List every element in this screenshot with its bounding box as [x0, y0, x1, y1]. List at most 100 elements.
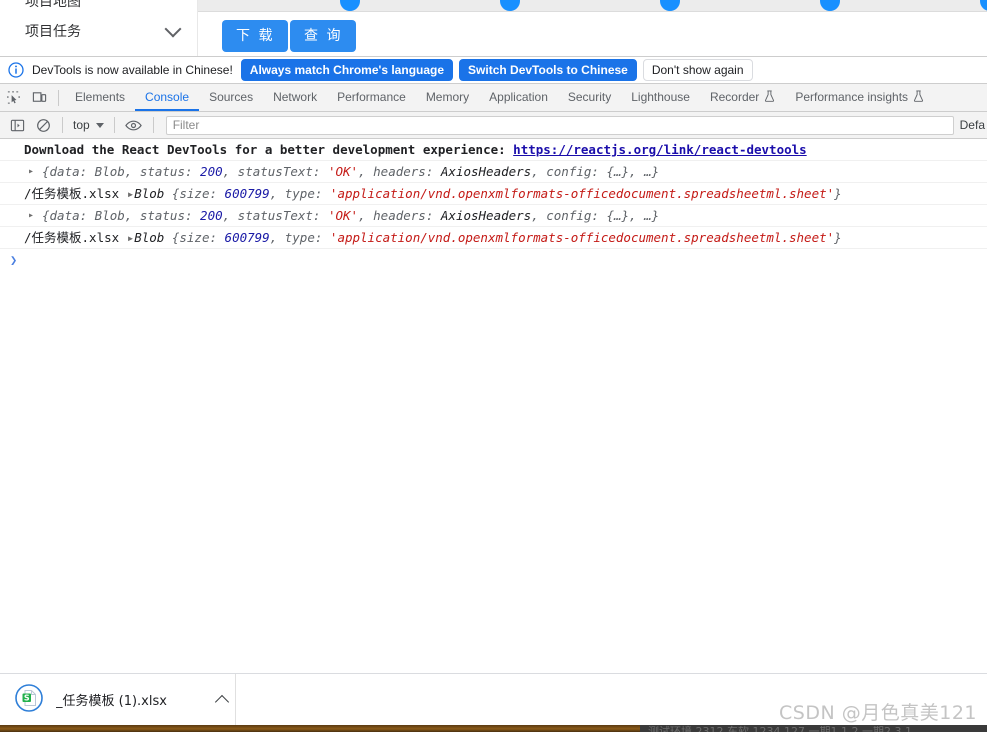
console-filter-input[interactable]: [165, 115, 954, 135]
tab-recorder[interactable]: Recorder: [700, 84, 785, 111]
console-message-blob-2: /任务模板.xlsx ▸Blob {size: 600799, type: 'a…: [0, 227, 987, 249]
sidebar-item-label: 项目任务: [25, 24, 81, 40]
tab-console[interactable]: Console: [135, 84, 200, 111]
bottom-strip-text: 测试环境 2312 东软 1234 127 一期1.1.2 一期2.3.1: [648, 725, 912, 732]
execution-context-label: top: [73, 118, 90, 132]
infobar-message: DevTools is now available in Chinese!: [32, 63, 233, 77]
console-toolbar: top Defa: [0, 112, 987, 139]
tab-network[interactable]: Network: [263, 84, 327, 111]
console-message-react-devtools: Download the React DevTools for a better…: [0, 139, 987, 161]
info-circle-icon: [8, 62, 24, 78]
object-preview-part: 600799: [224, 186, 270, 201]
object-preview-part: 'OK': [327, 208, 359, 223]
blob-filename: /任务模板.xlsx: [24, 230, 120, 245]
tab-memory[interactable]: Memory: [416, 84, 479, 111]
download-button[interactable]: 下 载: [222, 20, 289, 52]
console-prompt[interactable]: ❯: [0, 249, 987, 270]
sidebar-item-project-task[interactable]: 项目任务: [25, 20, 185, 41]
tab-security[interactable]: Security: [558, 84, 621, 111]
object-preview-part: {data: Blob, status:: [42, 208, 201, 223]
bottom-strip-accent: [0, 725, 640, 732]
live-expression-eye-icon[interactable]: [121, 112, 147, 138]
console-sidebar-icon[interactable]: [4, 112, 30, 138]
step-dot: [340, 0, 360, 11]
tab-elements[interactable]: Elements: [65, 84, 135, 111]
toolbar-divider: [62, 117, 63, 133]
object-preview-part: Blob: [134, 186, 172, 201]
react-devtools-link[interactable]: https://reactjs.org/link/react-devtools: [513, 142, 807, 157]
object-preview-part: 'application/vnd.openxmlformats-officedo…: [329, 186, 835, 201]
svg-text:S: S: [24, 693, 30, 702]
flask-icon: [913, 90, 924, 102]
object-preview-part: }: [834, 186, 842, 201]
object-preview-part: 'application/vnd.openxmlformats-officedo…: [329, 230, 835, 245]
execution-context-selector[interactable]: top: [69, 118, 108, 132]
device-toolbar-icon[interactable]: [26, 85, 52, 111]
app-sidebar: 项目地图 项目任务: [0, 0, 198, 56]
object-preview-part: }: [834, 230, 842, 245]
web-page-content: 项目地图 项目任务 下 载 查 询: [0, 0, 987, 56]
clear-console-icon[interactable]: [30, 112, 56, 138]
sidebar-item-project-map[interactable]: 项目地图: [25, 0, 185, 11]
object-preview-part: , headers:: [358, 208, 441, 223]
switch-devtools-to-chinese-button[interactable]: Switch DevTools to Chinese: [459, 59, 637, 81]
log-levels-selector[interactable]: Defa: [960, 118, 987, 132]
dont-show-again-button[interactable]: Don't show again: [642, 59, 753, 81]
chevron-up-icon: [214, 694, 230, 709]
tab-application[interactable]: Application: [479, 84, 558, 111]
object-preview-part: , config: {…}, …}: [531, 208, 660, 223]
tab-lighthouse[interactable]: Lighthouse: [621, 84, 700, 111]
app-action-toolbar: 下 载 查 询: [198, 12, 987, 56]
inspect-element-icon[interactable]: [0, 85, 26, 111]
step-dot: [820, 0, 840, 11]
tab-sources[interactable]: Sources: [199, 84, 263, 111]
toolbar-divider: [113, 117, 115, 133]
bottom-screen-strip: 测试环境 2312 东软 1234 127 一期1.1.2 一期2.3.1: [0, 725, 987, 732]
step-dot: [500, 0, 520, 11]
object-preview-part: {size:: [171, 186, 225, 201]
object-preview-part: AxiosHeaders: [440, 164, 532, 179]
object-preview-part: AxiosHeaders: [440, 208, 532, 223]
console-message-list[interactable]: Download the React DevTools for a better…: [0, 139, 987, 673]
toolbar-divider: [152, 117, 154, 133]
object-preview-part: , config: {…}, …}: [531, 164, 660, 179]
object-preview-part: {data: Blob, status:: [42, 164, 201, 179]
wps-spreadsheet-file-icon: S: [14, 683, 44, 716]
object-preview-part: 200: [200, 164, 223, 179]
console-message-blob-1: /任务模板.xlsx ▸Blob {size: 600799, type: 'a…: [0, 183, 987, 205]
step-indicator-strip: [198, 0, 987, 12]
download-item[interactable]: S _任务模板 (1).xlsx: [0, 674, 236, 725]
expand-triangle-icon[interactable]: ▸: [28, 161, 34, 182]
object-preview-part: 600799: [224, 230, 270, 245]
blob-filename: /任务模板.xlsx: [24, 186, 120, 201]
devtools-tab-bar: Elements Console Sources Network Perform…: [0, 84, 987, 112]
devtools-language-infobar: DevTools is now available in Chinese! Al…: [0, 56, 987, 84]
tab-recorder-label: Recorder: [709, 90, 760, 104]
always-match-chrome-language-button[interactable]: Always match Chrome's language: [240, 59, 454, 81]
console-message-axios-response-2: ▸ {data: Blob, status: 200, statusText: …: [0, 205, 987, 227]
object-preview-part: , headers:: [358, 164, 441, 179]
object-preview-part: , statusText:: [222, 164, 328, 179]
object-preview-part: , statusText:: [222, 208, 328, 223]
tab-performance[interactable]: Performance: [327, 84, 416, 111]
prompt-chevron-icon: ❯: [10, 253, 18, 267]
csdn-watermark: CSDN @月色真美121: [779, 702, 977, 724]
object-preview-part: 200: [200, 208, 223, 223]
tab-performance-insights-label: Performance insights: [795, 90, 909, 104]
query-button[interactable]: 查 询: [290, 20, 357, 52]
expand-triangle-icon[interactable]: ▸: [28, 205, 34, 226]
step-dot: [660, 0, 680, 11]
object-preview-part: Blob: [134, 230, 172, 245]
object-preview-part: 'OK': [327, 164, 359, 179]
tab-performance-insights[interactable]: Performance insights: [785, 84, 934, 111]
console-message-text: Download the React DevTools for a better…: [24, 142, 514, 157]
console-message-axios-response: ▸ {data: Blob, status: 200, statusText: …: [0, 161, 987, 183]
download-menu-button[interactable]: [209, 693, 235, 709]
chevron-down-icon: [164, 20, 182, 38]
chevron-down-icon: [95, 122, 104, 128]
toolbar-divider: [58, 89, 59, 106]
object-preview-part: , type:: [269, 186, 330, 201]
flask-icon: [765, 90, 775, 102]
step-dot: [980, 0, 987, 11]
app-main-panel: 下 载 查 询: [198, 0, 987, 56]
